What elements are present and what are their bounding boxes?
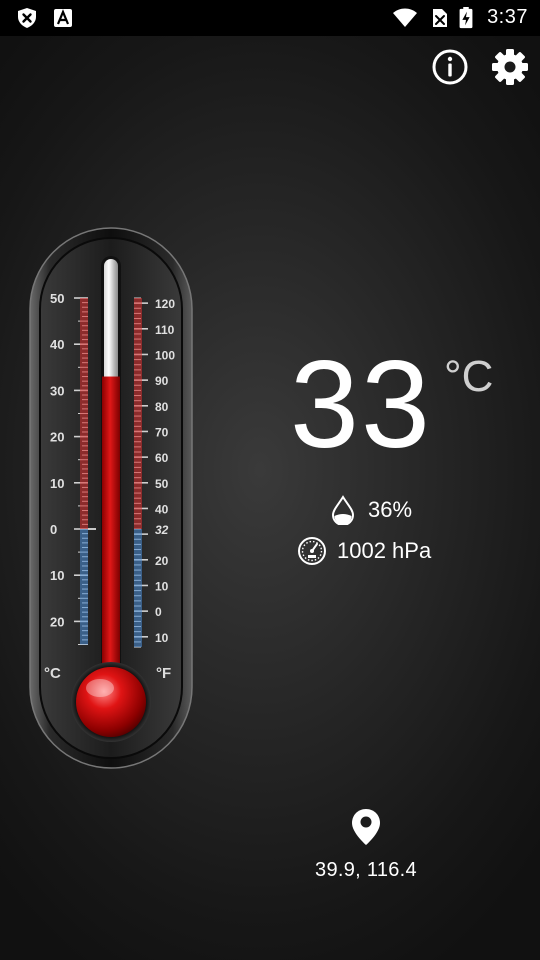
fahrenheit-tick-label: 120 bbox=[155, 297, 175, 311]
info-button[interactable] bbox=[431, 48, 469, 86]
fahrenheit-tick-label: 70 bbox=[155, 425, 169, 439]
celsius-tick-label: 0 bbox=[50, 522, 57, 537]
celsius-tick-label: 30 bbox=[50, 383, 64, 398]
no-sim-icon bbox=[433, 9, 447, 27]
celsius-tick-label: 40 bbox=[50, 337, 64, 352]
location-block[interactable]: 39.9, 116.4 bbox=[290, 808, 442, 882]
info-icon bbox=[432, 49, 468, 85]
clock: 3:37 bbox=[487, 6, 528, 28]
celsius-tick-label: 10 bbox=[50, 568, 64, 583]
pressure-value: 1002 hPa bbox=[337, 538, 432, 563]
celsius-tick-label: 10 bbox=[50, 476, 64, 491]
fahrenheit-tick-label: 0 bbox=[155, 605, 162, 619]
fahrenheit-tick-label: 40 bbox=[155, 502, 169, 516]
fahrenheit-tick-label: 100 bbox=[155, 348, 175, 362]
fahrenheit-tick-label: 80 bbox=[155, 400, 169, 414]
fahrenheit-tick-label: 50 bbox=[155, 477, 169, 491]
status-bar: 3:37 bbox=[0, 0, 540, 36]
celsius-unit-label: °C bbox=[44, 665, 61, 682]
humidity-row: 36% bbox=[328, 495, 412, 525]
thermometer-gauge: 504030201001020 120110100908070605040322… bbox=[29, 227, 193, 769]
thermometer-screen: 3:37 50 40 30 20 10 0 10 20 120 110 100 … bbox=[0, 0, 540, 960]
celsius-tick-label: 20 bbox=[50, 430, 64, 445]
battery-charging-icon bbox=[459, 7, 473, 29]
fahrenheit-warm-band bbox=[134, 298, 142, 529]
wifi-icon bbox=[393, 8, 417, 27]
gear-icon bbox=[492, 49, 528, 85]
fahrenheit-cold-band bbox=[134, 529, 142, 648]
thermometer-bulb bbox=[76, 667, 146, 737]
shield-x-icon bbox=[18, 8, 36, 28]
fahrenheit-tick-label: 60 bbox=[155, 451, 169, 465]
celsius-tick-label: 50 bbox=[50, 291, 64, 306]
fahrenheit-tick-label: 10 bbox=[155, 579, 169, 593]
location-coordinates: 39.9, 116.4 bbox=[315, 859, 417, 881]
droplet-icon bbox=[331, 495, 355, 525]
fahrenheit-tick-label: 10 bbox=[155, 631, 169, 645]
map-pin-icon bbox=[352, 809, 380, 845]
celsius-tick-label: 20 bbox=[50, 614, 64, 629]
temperature-unit: °C bbox=[444, 352, 494, 401]
celsius-warm-band bbox=[80, 298, 88, 529]
settings-button[interactable] bbox=[491, 48, 529, 86]
fahrenheit-tick-label: 32 bbox=[155, 523, 169, 537]
celsius-cold-band bbox=[80, 529, 88, 645]
temperature-value: 33 bbox=[290, 336, 432, 474]
fahrenheit-tick-label: 110 bbox=[155, 323, 175, 337]
fahrenheit-tick-label: 90 bbox=[155, 374, 169, 388]
mercury-column bbox=[102, 376, 120, 706]
temperature-reading: 33 °C bbox=[290, 336, 493, 474]
text-a-icon bbox=[54, 9, 72, 27]
fahrenheit-unit-label: °F bbox=[156, 665, 171, 682]
humidity-value: 36% bbox=[368, 497, 413, 522]
fahrenheit-tick-label: 20 bbox=[155, 554, 169, 568]
gauge-icon bbox=[298, 537, 326, 565]
pressure-row: 1002 hPa bbox=[297, 536, 431, 566]
